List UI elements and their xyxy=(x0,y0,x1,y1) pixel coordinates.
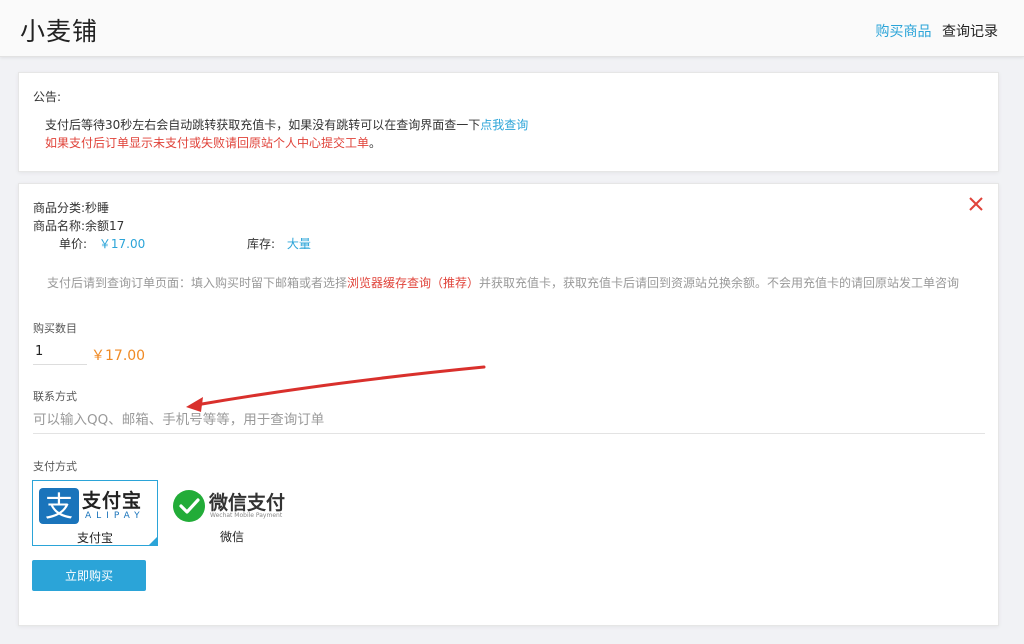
alipay-logo-icon: 支 xyxy=(39,488,79,524)
tip-after: 并获取充值卡，获取充值卡后请回到资源站兑换余额。不会用充值卡的请回原站发工单咨询 xyxy=(479,276,960,290)
pay-option-wechat[interactable]: 微信支付 Wechat Mobile Payment 微信 xyxy=(169,480,295,546)
notice-line-2: 如果支付后订单显示未支付或失败请回原站个人中心提交工单。 xyxy=(45,134,381,151)
alipay-logo-text: 支付宝 xyxy=(82,490,143,512)
notice-line-1: 支付后等待30秒左右会自动跳转获取充值卡，如果没有跳转可以在查询界面查一下点我查… xyxy=(45,116,528,133)
notice-label: 公告: xyxy=(33,90,62,104)
pay-option-alipay[interactable]: 支 支付宝 ALIPAY 支付宝 xyxy=(32,480,158,546)
nav-query-records[interactable]: 查询记录 xyxy=(942,24,998,40)
category-label: 商品分类: xyxy=(33,201,86,215)
stock-label: 库存: xyxy=(247,237,276,251)
product-name: 商品名称:余额17 xyxy=(33,217,124,234)
unit-price: 单价: ￥17.00 xyxy=(59,235,145,252)
quantity-label: 购买数目 xyxy=(33,322,77,335)
wechat-caption: 微信 xyxy=(219,530,244,544)
notice-line-2-dot: 。 xyxy=(369,136,382,150)
total-price: ￥17.00 xyxy=(91,348,146,364)
buy-now-button[interactable]: 立即购买 xyxy=(32,560,146,591)
category-value: 秒睡 xyxy=(85,201,110,215)
stock: 库存: 大量 xyxy=(247,235,311,252)
alipay-caption: 支付宝 xyxy=(76,531,113,545)
price-value: ￥17.00 xyxy=(98,237,146,251)
top-nav: 购买商品 查询记录 xyxy=(870,21,998,41)
contact-label: 联系方式 xyxy=(33,390,77,403)
wechat-logo-sub: Wechat Mobile Payment xyxy=(210,512,283,519)
top-bar: 小麦铺 购买商品 查询记录 xyxy=(0,0,1024,57)
tip-before: 支付后请到查询订单页面：填入购买时留下邮箱或者选择 xyxy=(47,276,348,290)
selected-corner-icon xyxy=(148,536,158,546)
tip-highlight: 浏览器缓存查询（推荐） xyxy=(347,276,480,290)
name-value: 余额17 xyxy=(85,219,125,233)
contact-input[interactable] xyxy=(33,406,985,434)
product-category: 商品分类:秒睡 xyxy=(33,199,109,216)
close-icon[interactable] xyxy=(968,196,984,212)
nav-buy-products[interactable]: 购买商品 xyxy=(876,24,932,40)
payment-label: 支付方式 xyxy=(33,460,77,473)
quantity-input[interactable] xyxy=(33,339,87,365)
wechat-pay-logo-icon xyxy=(173,490,205,522)
site-brand[interactable]: 小麦铺 xyxy=(20,12,98,48)
price-label: 单价: xyxy=(59,237,88,251)
query-link[interactable]: 点我查询 xyxy=(480,118,528,132)
wechat-logo-text: 微信支付 xyxy=(209,492,286,514)
notice-line-2-text: 如果支付后订单显示未支付或失败请回原站个人中心提交工单 xyxy=(45,136,370,150)
order-card: 商品分类:秒睡 商品名称:余额17 单价: ￥17.00 库存: 大量 支付后请… xyxy=(18,183,999,626)
alipay-logo-sub: ALIPAY xyxy=(85,511,145,521)
svg-text:支: 支 xyxy=(45,490,73,523)
name-label: 商品名称: xyxy=(33,219,86,233)
notice-line-1-text: 支付后等待30秒左右会自动跳转获取充值卡，如果没有跳转可以在查询界面查一下 xyxy=(45,118,481,132)
notice-card: 公告: 支付后等待30秒左右会自动跳转获取充值卡，如果没有跳转可以在查询界面查一… xyxy=(18,72,999,172)
stock-value: 大量 xyxy=(286,237,311,251)
payment-tip: 支付后请到查询订单页面：填入购买时留下邮箱或者选择浏览器缓存查询（推荐）并获取充… xyxy=(47,274,959,291)
